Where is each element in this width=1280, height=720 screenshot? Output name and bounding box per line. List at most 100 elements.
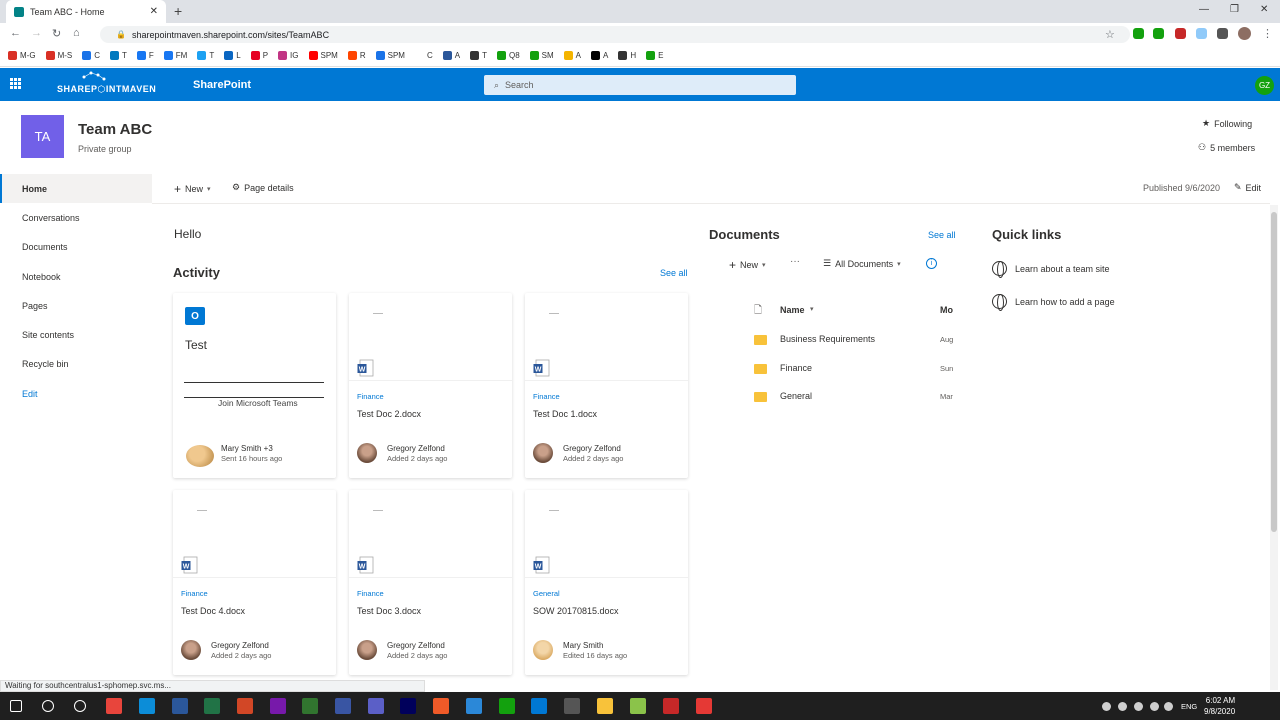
site-logo[interactable]: TA [21, 115, 64, 158]
reload-icon[interactable]: ↻ [52, 27, 61, 40]
browser-tab[interactable]: Team ABC - Home ✕ [6, 0, 166, 23]
bookmark-item[interactable]: P [250, 51, 268, 60]
nav-item-recycle-bin[interactable]: Recycle bin [0, 350, 152, 379]
bookmark-item[interactable]: A [591, 51, 608, 60]
activity-card[interactable]: W General SOW 20170815.docx Mary Smith Edite… [525, 490, 688, 675]
document-row[interactable]: Finance Sun [752, 355, 955, 383]
bookmark-item[interactable]: T [110, 51, 127, 60]
view-selector[interactable]: ☰ All Documents ▾ [823, 258, 901, 269]
windows-start-icon[interactable] [10, 700, 22, 712]
bookmark-item[interactable]: SPM [308, 51, 338, 60]
task-view-icon[interactable] [74, 700, 86, 712]
card-category[interactable]: Finance [533, 392, 560, 401]
documents-new-button[interactable]: + New ▾ [729, 258, 766, 272]
user-avatar[interactable]: GZ [1255, 76, 1274, 95]
modified-column-header[interactable]: Mo [940, 305, 953, 315]
quick-link[interactable]: Learn how to add a page [992, 294, 1115, 311]
bookmark-star-icon[interactable]: ☆ [1105, 28, 1115, 41]
search-input[interactable]: ⌕ Search [484, 75, 796, 95]
app-launcher-icon[interactable] [10, 78, 21, 89]
project-icon[interactable] [302, 698, 318, 714]
powerpoint-icon[interactable] [237, 698, 253, 714]
following-button[interactable]: ★ Following [1202, 118, 1252, 129]
card-filename[interactable]: SOW 20170815.docx [533, 606, 619, 616]
document-row[interactable]: General Mar [752, 383, 955, 411]
nav-item-conversations[interactable]: Conversations [0, 203, 152, 232]
nav-item-notebook[interactable]: Notebook [0, 262, 152, 291]
file-explorer-icon[interactable] [597, 698, 613, 714]
profile-avatar[interactable] [1238, 27, 1251, 40]
bookmark-item[interactable]: R [347, 51, 366, 60]
volume-icon[interactable] [1150, 702, 1159, 711]
chrome-icon[interactable] [106, 698, 122, 714]
members-button[interactable]: ⚇ 5 members [1198, 142, 1255, 153]
name-column-header[interactable]: Name [780, 305, 805, 315]
activity-card[interactable]: W Finance Test Doc 1.docx Gregory Zelfond Ad… [525, 293, 688, 478]
outlook-icon[interactable] [531, 698, 547, 714]
onedrive-icon[interactable] [1118, 702, 1127, 711]
restore-icon[interactable]: ❐ [1230, 4, 1239, 15]
audition-icon[interactable] [400, 698, 416, 714]
card-filename[interactable]: Test Doc 4.docx [181, 606, 245, 616]
visio-icon[interactable] [335, 698, 351, 714]
nav-item-home[interactable]: Home [0, 174, 152, 204]
recorder-icon[interactable] [696, 698, 712, 714]
new-button[interactable]: + New ▾ [174, 182, 211, 196]
bookmark-item[interactable]: SPM [375, 51, 405, 60]
bookmark-item[interactable]: A [563, 51, 581, 60]
activity-card[interactable]: O Test Join Microsoft Teams Mary Smith +3 Se… [173, 293, 336, 478]
quick-link[interactable]: Learn about a team site [992, 261, 1110, 278]
bookmark-item[interactable]: M-G [8, 51, 36, 60]
snagit-icon[interactable] [433, 698, 449, 714]
bookmark-item[interactable]: M-S [45, 51, 72, 60]
bookmark-item[interactable]: L [224, 51, 241, 60]
bookmark-item[interactable]: SM [529, 51, 554, 60]
nav-item-documents[interactable]: Documents [0, 233, 152, 262]
sync-icon[interactable] [466, 698, 482, 714]
extension-grammarly-icon[interactable] [1153, 28, 1164, 39]
page-details-button[interactable]: ⚙ Page details [232, 182, 294, 193]
url-bar[interactable]: 🔒 sharepointmaven.sharepoint.com/sites/T… [100, 26, 1130, 43]
bookmark-item[interactable]: H [618, 51, 636, 60]
taskbar-search-icon[interactable] [42, 700, 54, 712]
extensions-puzzle-icon[interactable] [1217, 28, 1228, 39]
notepad-plus-icon[interactable] [630, 698, 646, 714]
edge-icon[interactable] [139, 698, 155, 714]
teams-icon[interactable] [368, 698, 384, 714]
card-filename[interactable]: Test Doc 1.docx [533, 409, 597, 419]
extension-snowflake-icon[interactable] [1196, 28, 1207, 39]
card-filename[interactable]: Test Doc 2.docx [357, 409, 421, 419]
system-clock[interactable]: 6:02 AM 9/8/2020 [1204, 695, 1235, 717]
bookmark-item[interactable]: Q8 [496, 51, 520, 60]
window-close-icon[interactable]: ✕ [1260, 4, 1268, 15]
bookmark-item[interactable]: T [470, 51, 487, 60]
bookmark-item[interactable]: IG [278, 51, 299, 60]
more-options-icon[interactable]: ··· [790, 256, 800, 267]
onenote-icon[interactable] [270, 698, 286, 714]
card-category[interactable]: Finance [357, 392, 384, 401]
calculator-icon[interactable] [564, 698, 580, 714]
network-icon[interactable] [1134, 702, 1143, 711]
info-icon[interactable]: i [926, 258, 937, 269]
activity-card[interactable]: W Finance Test Doc 2.docx Gregory Zelfond Ad… [349, 293, 512, 478]
sharepoint-app-title[interactable]: SharePoint [193, 79, 251, 91]
speaker-icon[interactable] [1164, 702, 1173, 711]
extension-red-icon[interactable] [1175, 28, 1186, 39]
forward-icon[interactable]: → [31, 27, 42, 39]
word-icon[interactable] [172, 698, 188, 714]
bookmark-item[interactable]: A [442, 51, 460, 60]
close-tab-icon[interactable]: ✕ [150, 6, 158, 17]
bookmark-item[interactable]: E [646, 51, 663, 60]
bookmark-item[interactable]: T [197, 51, 214, 60]
card-category[interactable]: Finance [181, 589, 208, 598]
document-row[interactable]: Business Requirements Aug [752, 326, 955, 354]
folder-name[interactable]: Finance [780, 363, 812, 373]
new-tab-icon[interactable]: + [174, 3, 182, 19]
bookmark-item[interactable]: C [82, 51, 100, 60]
folder-name[interactable]: Business Requirements [780, 334, 875, 344]
back-icon[interactable]: ← [10, 27, 21, 39]
home-icon[interactable]: ⌂ [73, 27, 80, 39]
tray-chevron-icon[interactable] [1102, 702, 1111, 711]
excel-icon[interactable] [204, 698, 220, 714]
card-category[interactable]: General [533, 589, 560, 598]
